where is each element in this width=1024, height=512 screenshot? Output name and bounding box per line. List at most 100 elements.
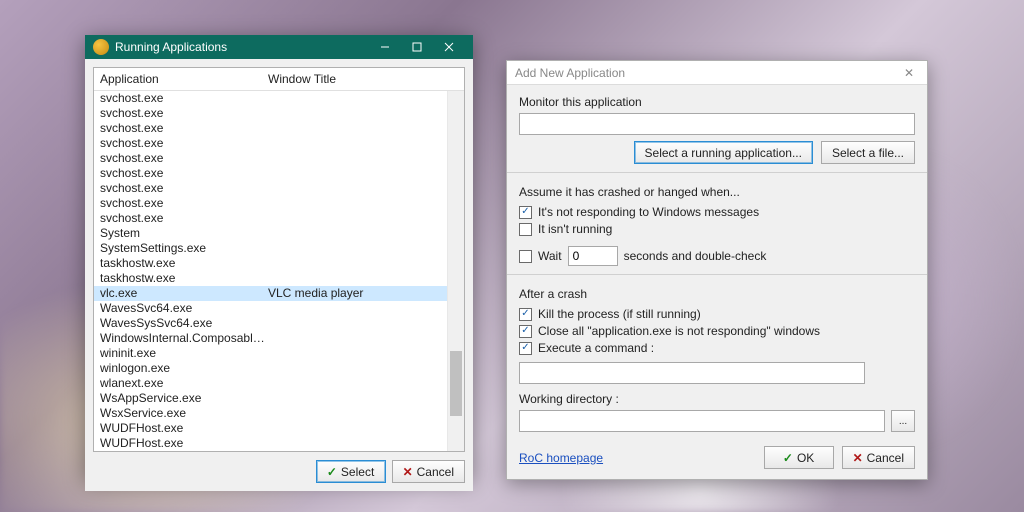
- not-running-checkbox[interactable]: [519, 223, 532, 236]
- cell-window-title: VLC media player: [268, 286, 458, 301]
- table-row[interactable]: SystemSettings.exe: [94, 241, 464, 256]
- table-row[interactable]: svchost.exe: [94, 211, 464, 226]
- cell-application: WsxService.exe: [100, 406, 268, 421]
- kill-process-checkbox[interactable]: [519, 308, 532, 321]
- table-row[interactable]: winlogon.exe: [94, 361, 464, 376]
- add-new-application-dialog: Add New Application ✕ Monitor this appli…: [506, 60, 928, 480]
- table-row[interactable]: svchost.exe: [94, 106, 464, 121]
- column-application[interactable]: Application: [94, 68, 262, 90]
- cell-application: svchost.exe: [100, 136, 268, 151]
- wait-suffix: seconds and double-check: [624, 249, 767, 263]
- cell-window-title: [268, 301, 458, 316]
- table-row[interactable]: WsxService.exe: [94, 406, 464, 421]
- not-responding-label: It's not responding to Windows messages: [538, 205, 759, 219]
- applications-list[interactable]: Application Window Title svchost.exesvch…: [93, 67, 465, 452]
- table-row[interactable]: WsAppService.exe: [94, 391, 464, 406]
- cell-application: svchost.exe: [100, 166, 268, 181]
- cell-application: WUDFHost.exe: [100, 421, 268, 436]
- minimize-button[interactable]: [369, 35, 401, 59]
- column-window-title[interactable]: Window Title: [262, 68, 464, 90]
- table-row[interactable]: svchost.exe: [94, 91, 464, 106]
- cell-window-title: [268, 91, 458, 106]
- assume-heading: Assume it has crashed or hanged when...: [519, 185, 915, 199]
- working-directory-input[interactable]: [519, 410, 885, 432]
- list-header[interactable]: Application Window Title: [94, 68, 464, 91]
- cell-window-title: [268, 271, 458, 286]
- cell-window-title: [268, 391, 458, 406]
- cell-application: svchost.exe: [100, 181, 268, 196]
- wait-seconds-input[interactable]: [568, 246, 618, 266]
- table-row[interactable]: taskhostw.exe: [94, 256, 464, 271]
- table-row[interactable]: WUDFHost.exe: [94, 421, 464, 436]
- close-nr-windows-label: Close all "application.exe is not respon…: [538, 324, 820, 338]
- wait-label: Wait: [538, 249, 562, 263]
- cell-window-title: [268, 316, 458, 331]
- cell-window-title: [268, 421, 458, 436]
- dialog-titlebar[interactable]: Add New Application ✕: [507, 61, 927, 85]
- cell-application: WindowsInternal.ComposableShell.E...: [100, 331, 268, 346]
- cell-window-title: [268, 121, 458, 136]
- x-icon: ✕: [853, 451, 863, 465]
- kill-process-label: Kill the process (if still running): [538, 307, 701, 321]
- cell-window-title: [268, 361, 458, 376]
- cell-application: svchost.exe: [100, 151, 268, 166]
- cell-window-title: [268, 151, 458, 166]
- working-directory-label: Working directory :: [519, 392, 915, 406]
- execute-command-label: Execute a command :: [538, 341, 654, 355]
- table-row[interactable]: WavesSvc64.exe: [94, 301, 464, 316]
- table-row[interactable]: wlanext.exe: [94, 376, 464, 391]
- scrollbar-thumb[interactable]: [450, 351, 462, 416]
- table-row[interactable]: System: [94, 226, 464, 241]
- select-button[interactable]: ✓Select: [316, 460, 386, 483]
- cell-window-title: [268, 436, 458, 451]
- dialog-close-button[interactable]: ✕: [899, 64, 919, 82]
- cell-window-title: [268, 256, 458, 271]
- table-row[interactable]: wininit.exe: [94, 346, 464, 361]
- cell-application: wininit.exe: [100, 346, 268, 361]
- ok-button[interactable]: ✓OK: [764, 446, 834, 469]
- cancel-button[interactable]: ✕Cancel: [392, 460, 465, 483]
- table-row[interactable]: svchost.exe: [94, 166, 464, 181]
- close-nr-windows-checkbox[interactable]: [519, 325, 532, 338]
- table-row[interactable]: vlc.exeVLC media player: [94, 286, 464, 301]
- scrollbar[interactable]: [447, 91, 464, 451]
- table-row[interactable]: WindowsInternal.ComposableShell.E...: [94, 331, 464, 346]
- cell-application: WUDFHost.exe: [100, 436, 268, 451]
- cell-window-title: [268, 346, 458, 361]
- monitor-input[interactable]: [519, 113, 915, 135]
- dialog-title: Add New Application: [515, 66, 625, 80]
- close-button[interactable]: [433, 35, 465, 59]
- maximize-button[interactable]: [401, 35, 433, 59]
- table-row[interactable]: svchost.exe: [94, 196, 464, 211]
- cancel-button[interactable]: ✕Cancel: [842, 446, 915, 469]
- roc-homepage-link[interactable]: RoC homepage: [519, 451, 603, 465]
- table-row[interactable]: svchost.exe: [94, 121, 464, 136]
- select-running-app-button[interactable]: Select a running application...: [634, 141, 813, 164]
- table-row[interactable]: svchost.exe: [94, 136, 464, 151]
- execute-command-input[interactable]: [519, 362, 865, 384]
- wait-checkbox[interactable]: [519, 250, 532, 263]
- cell-window-title: [268, 181, 458, 196]
- not-responding-checkbox[interactable]: [519, 206, 532, 219]
- check-icon: ✓: [327, 465, 337, 479]
- cell-window-title: [268, 226, 458, 241]
- cell-window-title: [268, 136, 458, 151]
- running-applications-window: Running Applications Application Window …: [85, 35, 473, 480]
- cell-application: svchost.exe: [100, 91, 268, 106]
- cell-application: taskhostw.exe: [100, 256, 268, 271]
- table-row[interactable]: svchost.exe: [94, 181, 464, 196]
- browse-button[interactable]: ...: [891, 410, 915, 432]
- execute-command-checkbox[interactable]: [519, 342, 532, 355]
- cell-application: WavesSysSvc64.exe: [100, 316, 268, 331]
- cell-application: svchost.exe: [100, 106, 268, 121]
- table-row[interactable]: taskhostw.exe: [94, 271, 464, 286]
- table-row[interactable]: WUDFHost.exe: [94, 436, 464, 451]
- titlebar[interactable]: Running Applications: [85, 35, 473, 59]
- cell-window-title: [268, 166, 458, 181]
- cell-window-title: [268, 196, 458, 211]
- x-icon: ✕: [403, 465, 413, 479]
- table-row[interactable]: svchost.exe: [94, 151, 464, 166]
- table-row[interactable]: WavesSysSvc64.exe: [94, 316, 464, 331]
- select-file-button[interactable]: Select a file...: [821, 141, 915, 164]
- cell-application: svchost.exe: [100, 121, 268, 136]
